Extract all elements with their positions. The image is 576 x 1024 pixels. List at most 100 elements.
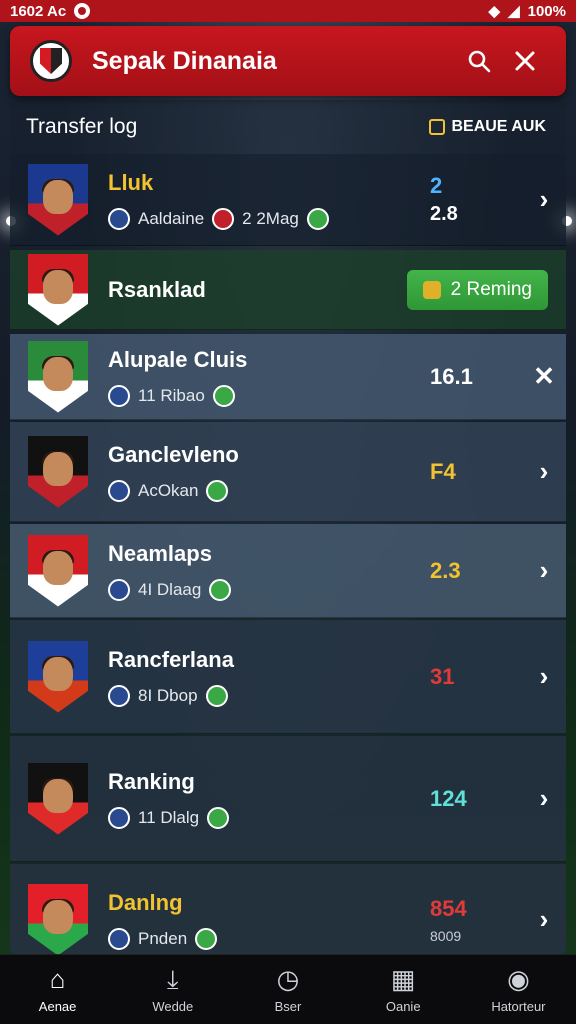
club-row[interactable]: Neamlaps 4I Dlaag 2.3 › — [10, 524, 566, 618]
league-badge-icon — [207, 806, 230, 829]
club-score: 2 2.8 — [430, 173, 522, 226]
club-badge-icon — [108, 684, 130, 707]
close-icon: ✕ — [533, 361, 555, 391]
row-open-button[interactable]: › — [522, 456, 566, 487]
club-row-body: Ganclevleno AcOkan — [108, 442, 430, 502]
club-name: Rsanklad — [108, 276, 206, 302]
row-open-button[interactable]: › — [522, 184, 566, 215]
league-badge-icon — [212, 384, 235, 407]
chevron-right-icon: › — [539, 661, 549, 691]
club-meta: 4I Dlaag — [108, 578, 430, 601]
panel-title: Transfer log — [26, 115, 138, 138]
row-open-button[interactable]: › — [522, 555, 566, 586]
badge-icon — [429, 119, 446, 135]
club-meta-text: 8I Dbop — [138, 685, 198, 705]
panel-badge-label: BEAUE AUK — [451, 118, 546, 135]
league-badge-icon — [205, 684, 228, 707]
panel-header: Transfer log BEAUE AUK — [10, 100, 566, 154]
close-button[interactable] — [502, 38, 548, 84]
score-value: 2.3 — [430, 557, 461, 583]
nav-label: Wedde — [152, 999, 194, 1014]
club-badge-icon — [212, 207, 235, 230]
club-row-body: Neamlaps 4I Dlaag — [108, 541, 430, 601]
score-value: 854 — [430, 895, 467, 921]
score-footnote: 8009 — [430, 927, 462, 944]
nav-item[interactable]: ▦ Oanie — [346, 955, 461, 1024]
close-icon — [515, 51, 535, 71]
club-row[interactable]: Rsanklad 2 Reming — [10, 250, 566, 330]
club-meta: 8I Dbop — [108, 684, 430, 707]
club-crest-icon — [28, 534, 88, 607]
club-badge-icon — [108, 806, 130, 829]
club-crest-icon — [28, 253, 88, 326]
calendar-icon: ▦ — [390, 964, 416, 994]
club-meta: 11 Dlalg — [108, 806, 430, 829]
club-crest-icon — [28, 640, 88, 713]
nav-item[interactable]: ⌂ Aenae — [0, 955, 115, 1024]
club-badge-icon — [108, 578, 130, 601]
league-badge-icon — [195, 927, 218, 950]
row-open-button[interactable]: › — [522, 904, 566, 935]
club-score: 16.1 — [430, 364, 522, 390]
nav-item[interactable]: ◷ Bser — [230, 955, 345, 1024]
bottom-nav: ⌂ Aenae ⤓ Wedde ◷ Bser ▦ Oanie ◉ Hatorteur — [0, 954, 576, 1024]
club-meta-text: AcOkan — [138, 480, 199, 500]
club-row-body: Alupale Cluis 11 Ribao — [108, 347, 430, 407]
nav-item[interactable]: ⤓ Wedde — [115, 955, 230, 1024]
row-close-button[interactable]: ✕ — [522, 361, 566, 392]
status-bar: 1602 Ac ◆ ◢ 100% — [0, 0, 576, 22]
club-meta-text: 4I Dlaag — [138, 579, 202, 599]
club-crest-icon — [28, 163, 88, 236]
chevron-right-icon: › — [539, 555, 549, 585]
club-crest-icon — [28, 762, 88, 835]
row-open-button[interactable]: › — [522, 783, 566, 814]
club-row[interactable]: Lluk Aaldaine 2 2Mag 2 2.8 › — [10, 154, 566, 246]
nav-label: Oanie — [385, 999, 421, 1014]
club-row[interactable]: Rancferlana 8I Dbop 31 › — [10, 620, 566, 734]
club-badge-icon — [108, 479, 130, 502]
club-row[interactable]: Alupale Cluis 11 Ribao 16.1 ✕ — [10, 334, 566, 420]
club-badge-icon — [108, 207, 130, 230]
transfer-log-panel: Transfer log BEAUE AUK Lluk Aaldaine 2 2Ma… — [10, 100, 566, 956]
club-logo-icon — [30, 40, 72, 82]
club-name: Lluk — [108, 169, 154, 195]
chevron-right-icon: › — [539, 456, 549, 486]
club-meta-text: Aaldaine — [138, 208, 205, 228]
club-score: 854 8009 — [430, 896, 522, 944]
club-meta-text: 11 Ribao — [138, 385, 205, 405]
row-open-button[interactable]: › — [522, 661, 566, 692]
club-name: Danlng — [108, 889, 183, 915]
club-row-body: Rsanklad — [108, 277, 407, 303]
ranking-button-label: 2 Reming — [450, 278, 532, 300]
club-name: Ganclevleno — [108, 441, 239, 467]
club-name: Alupale Cluis — [108, 346, 248, 372]
ranking-button[interactable]: 2 Reming — [406, 269, 548, 310]
club-row-body: Danlng Pnden — [108, 890, 430, 950]
search-button[interactable] — [456, 38, 502, 84]
score-secondary: 2.8 — [430, 203, 458, 225]
club-meta-text: 2 2Mag — [242, 208, 299, 228]
club-score: 124 — [430, 786, 522, 812]
nav-item[interactable]: ◉ Hatorteur — [461, 955, 576, 1024]
league-badge-icon — [206, 479, 229, 502]
profile-icon: ◉ — [507, 964, 530, 994]
signal-icon: ◢ — [508, 3, 520, 20]
chevron-right-icon: › — [539, 783, 549, 813]
club-meta: Aaldaine 2 2Mag — [108, 207, 430, 230]
panel-badge[interactable]: BEAUE AUK — [429, 118, 546, 136]
club-badge-icon — [108, 927, 130, 950]
club-row[interactable]: Danlng Pnden 854 8009 › — [10, 864, 566, 956]
score-value: 124 — [430, 785, 467, 811]
app-bar: Sepak Dinanaia — [10, 26, 566, 96]
club-row[interactable]: Ganclevleno AcOkan F4 › — [10, 422, 566, 522]
club-row[interactable]: Ranking 11 Dlalg 124 › — [10, 736, 566, 862]
search-icon — [468, 50, 491, 73]
club-row-body: Rancferlana 8I Dbop — [108, 647, 430, 707]
trophy-icon — [422, 280, 441, 299]
club-meta: Pnden — [108, 927, 430, 950]
nav-label: Aenae — [38, 999, 77, 1014]
club-badge-icon — [108, 384, 130, 407]
league-badge-icon — [209, 578, 232, 601]
score-value: 16.1 — [430, 363, 473, 389]
club-name: Ranking — [108, 768, 195, 794]
